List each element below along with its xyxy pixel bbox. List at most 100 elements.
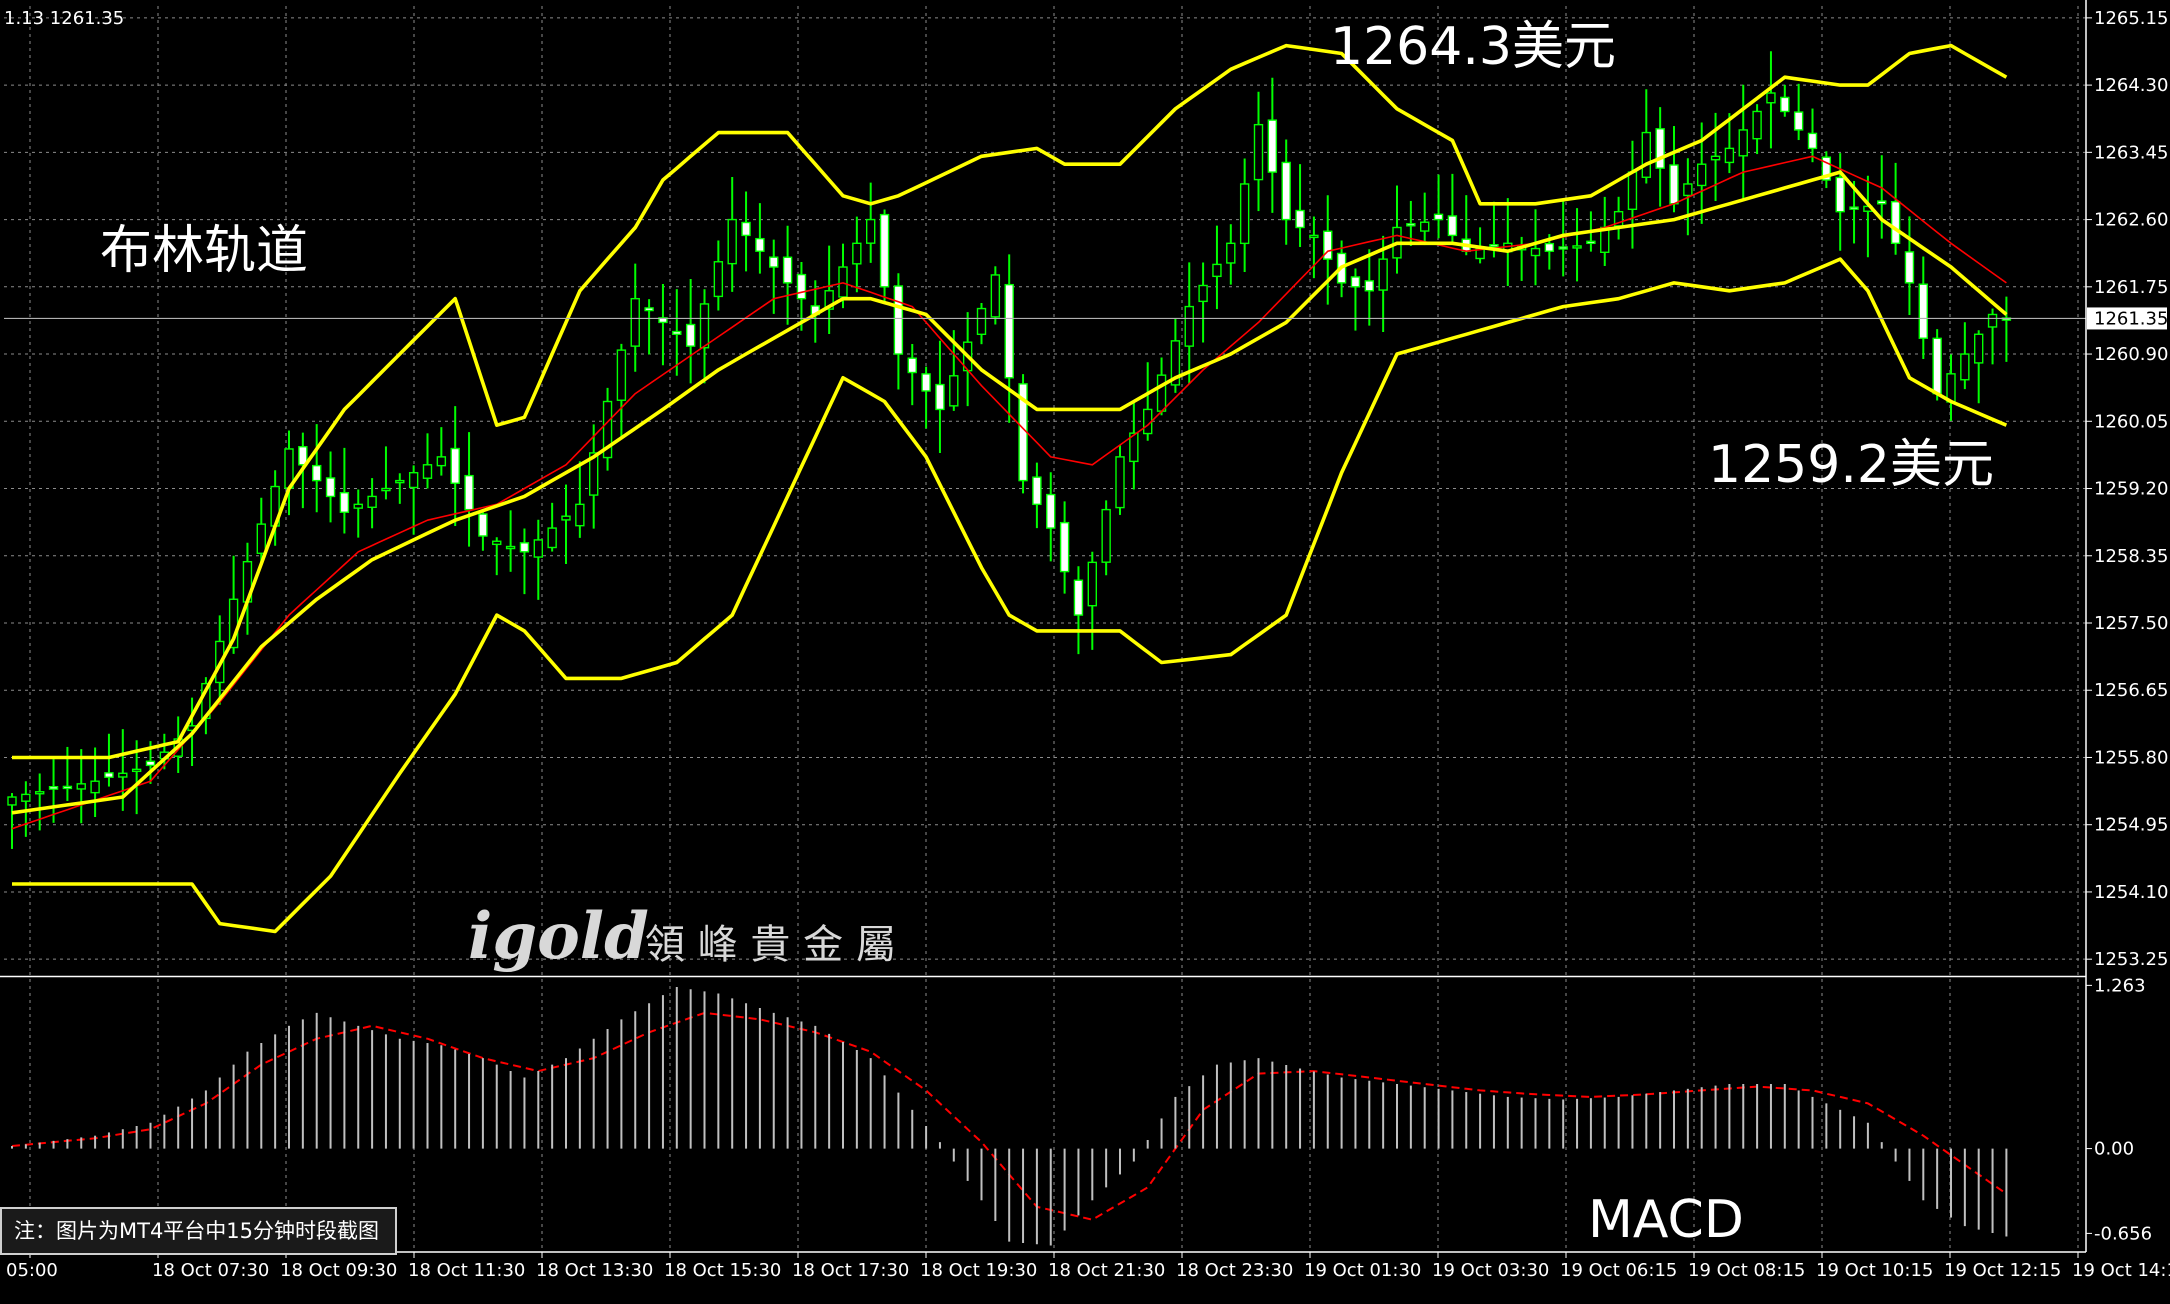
candle-body-bull xyxy=(561,515,571,521)
time-tick-label-8: 18 Oct 21:30 xyxy=(1048,1260,1165,1281)
time-tick-label-10: 19 Oct 01:30 xyxy=(1304,1260,1421,1281)
candle-body-bull xyxy=(7,796,17,806)
price-tick-label-5: 1260.90 xyxy=(2094,344,2168,365)
candle-body-bull xyxy=(976,307,987,336)
candle-body-bull xyxy=(630,297,640,347)
time-tick-label-15: 19 Oct 12:15 xyxy=(1944,1260,2061,1281)
candle-body-bear xyxy=(644,307,654,312)
candle-body-bull xyxy=(1226,242,1236,264)
candle-body-bull xyxy=(1530,247,1541,257)
candle-body-bear xyxy=(464,474,474,511)
candle-body-bull xyxy=(1239,183,1250,245)
low-price-label: 1259.2美元 xyxy=(1708,435,1994,495)
candle-body-bull xyxy=(1696,163,1707,187)
candle-body-bear xyxy=(893,285,904,355)
time-tick-label-5: 18 Oct 15:30 xyxy=(664,1260,781,1281)
time-tick-label-1: 18 Oct 07:30 xyxy=(152,1260,269,1281)
candle-body-bear xyxy=(796,273,807,300)
candle-body-bull xyxy=(838,266,848,298)
candle-body-bull xyxy=(1627,171,1638,210)
candle-body-bull xyxy=(575,503,585,527)
candle-body-bear xyxy=(1406,223,1416,227)
candle-body-bull xyxy=(1115,456,1125,509)
time-tick-label-7: 18 Oct 19:30 xyxy=(920,1260,1037,1281)
candle-body-bear xyxy=(1849,206,1859,210)
candle-body-bear xyxy=(1073,579,1084,616)
candle-body-bull xyxy=(395,479,405,484)
candle-body-bull xyxy=(1766,92,1776,104)
candle-body-bear xyxy=(48,786,59,790)
candle-body-bull xyxy=(1710,155,1721,161)
candle-body-bull xyxy=(367,495,377,508)
candle-body-bull xyxy=(533,539,543,558)
candle-body-bull xyxy=(990,274,1001,318)
time-tick-label-13: 19 Oct 08:15 xyxy=(1688,1260,1805,1281)
candle-body-bull xyxy=(1987,313,1998,328)
time-tick-label-4: 18 Oct 13:30 xyxy=(536,1260,653,1281)
current-price-label: 1261.35 xyxy=(2094,308,2168,329)
candle-body-bull xyxy=(1198,284,1208,303)
candle-body-bear xyxy=(519,542,530,553)
candle-body-bear xyxy=(1558,246,1568,250)
candle-body-bear xyxy=(1350,276,1361,288)
candle-body-bull xyxy=(1156,374,1167,412)
candle-body-bull xyxy=(492,540,502,546)
candle-body-bear xyxy=(1780,96,1790,113)
time-tick-label-14: 19 Oct 10:15 xyxy=(1816,1260,1933,1281)
candle-body-bear xyxy=(1544,242,1555,252)
candle-body-bear xyxy=(1807,132,1818,150)
candle-body-bull xyxy=(422,464,433,479)
candle-body-bear xyxy=(1877,200,1887,205)
candle-body-bear xyxy=(755,237,765,252)
price-tick-label-14: 1253.25 xyxy=(2094,949,2168,970)
price-tick-label-11: 1255.80 xyxy=(2094,747,2168,768)
macd-tick-label-2: -0.656 xyxy=(2094,1223,2152,1244)
candle-body-bear xyxy=(741,221,751,237)
high-price-label: 1264.3美元 xyxy=(1330,17,1616,77)
candle-body-bull xyxy=(505,545,516,550)
candle-body-bull xyxy=(1683,183,1693,197)
price-tick-label-0: 1265.15 xyxy=(2094,8,2168,29)
time-tick-label-6: 18 Oct 17:30 xyxy=(792,1260,909,1281)
macd-label: MACD xyxy=(1588,1190,1744,1250)
candle-body-bull xyxy=(1752,110,1762,140)
time-tick-label-3: 18 Oct 11:30 xyxy=(408,1260,525,1281)
candle-body-bull xyxy=(713,261,724,298)
candle-body-bull xyxy=(1253,123,1264,181)
candle-body-bull xyxy=(547,527,557,549)
candle-body-bull xyxy=(381,487,391,492)
candle-body-bear xyxy=(145,760,156,767)
candle-body-bull xyxy=(256,523,266,555)
candle-body-bear xyxy=(1447,215,1458,237)
candle-body-bear xyxy=(1655,128,1665,169)
candle-body-bear xyxy=(1918,283,1929,339)
candle-body-bear xyxy=(782,256,793,284)
watermark-brand: igold xyxy=(468,899,649,974)
candle-body-bear xyxy=(1890,201,1901,245)
candle-body-bull xyxy=(727,218,737,265)
candle-body-bear xyxy=(1059,521,1070,573)
candle-body-bear xyxy=(921,373,931,392)
time-tick-label-11: 19 Oct 03:30 xyxy=(1432,1260,1549,1281)
candle-body-bull xyxy=(118,772,128,778)
candle-body-bear xyxy=(325,477,336,498)
candle-body-bear xyxy=(1835,176,1845,213)
screenshot-note: 注：图片为MT4平台中15分钟时段截图 xyxy=(0,1207,397,1255)
candle-body-bull xyxy=(949,375,959,407)
candle-body-bear xyxy=(339,491,350,513)
mt4-chart[interactable]: 1265.15 1264.30 1263.45 1262.60 1261.75 1260.… xyxy=(0,0,2170,1304)
candle-body-bear xyxy=(672,330,682,335)
candle-body-bull xyxy=(90,780,100,794)
macd-tick-label-1: 0.00 xyxy=(2094,1139,2134,1160)
candle-body-bear xyxy=(935,383,945,411)
candle-body-bear xyxy=(1032,476,1042,506)
candle-body-bear xyxy=(1281,161,1291,221)
candle-body-bear xyxy=(769,256,779,268)
candle-body-bear xyxy=(1046,493,1056,529)
time-tick-label-0: 05:00 xyxy=(6,1260,58,1281)
candle-body-bear xyxy=(1904,251,1915,284)
price-tick-label-1: 1264.30 xyxy=(2094,75,2168,96)
price-tick-label-2: 1263.45 xyxy=(2094,142,2168,163)
candle-body-bull xyxy=(1087,561,1098,607)
time-tick-label-9: 18 Oct 23:30 xyxy=(1176,1260,1293,1281)
